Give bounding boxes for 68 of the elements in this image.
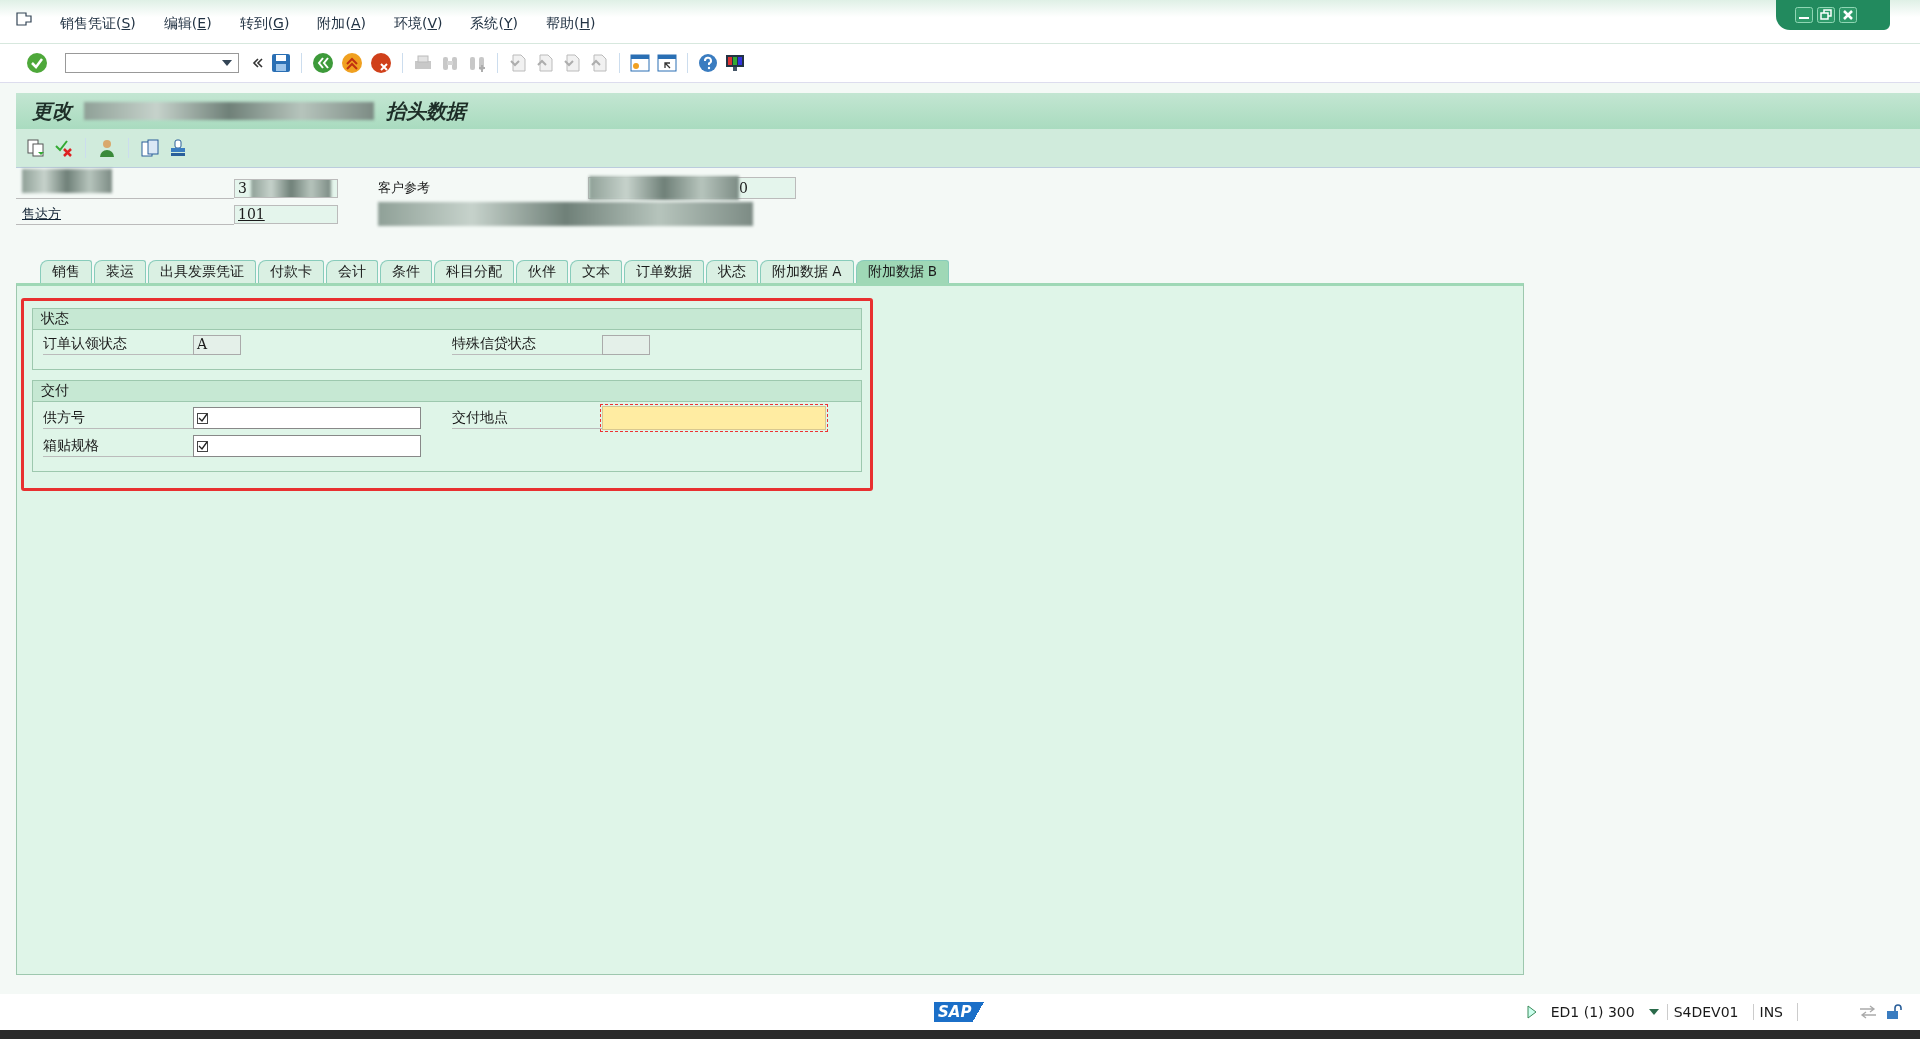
exit-icon[interactable] [341, 52, 363, 74]
menu-item[interactable]: 系统(Y) [470, 14, 518, 33]
save-icon[interactable] [271, 53, 291, 73]
copy-document-icon[interactable] [26, 138, 46, 158]
required-input-field[interactable] [602, 406, 826, 430]
close-icon[interactable] [1839, 7, 1857, 23]
menu-item[interactable]: 转到(G) [239, 14, 290, 33]
shortcut-icon[interactable] [657, 53, 677, 73]
tab[interactable]: 附加数据 B [855, 260, 950, 283]
tab[interactable]: 付款卡 [258, 260, 324, 283]
tab[interactable]: 出具发票凭证 [148, 260, 256, 283]
display-field: A [193, 334, 241, 355]
menu-item[interactable]: 帮助(H) [545, 14, 596, 33]
page-icon[interactable] [508, 53, 528, 73]
sap-logo: SAP [934, 1002, 986, 1022]
command-field[interactable] [65, 53, 239, 73]
tab[interactable]: 伙伴 [516, 260, 568, 283]
field-label: 客户参考 [378, 179, 431, 197]
play-icon[interactable] [1526, 1005, 1537, 1019]
field-label[interactable]: 售达方 [22, 204, 61, 223]
back-icon[interactable] [312, 52, 334, 74]
help-icon[interactable] [698, 53, 718, 73]
tab[interactable]: 状态 [706, 260, 758, 283]
dropdown-icon[interactable] [222, 60, 232, 66]
dropdown-icon[interactable] [1648, 1009, 1659, 1015]
tab[interactable]: 附加数据 A [760, 260, 854, 283]
monitor-icon[interactable] [725, 53, 745, 73]
minimize-icon[interactable] [1795, 7, 1813, 23]
checkbox[interactable] [197, 412, 208, 424]
input-field[interactable] [193, 435, 421, 457]
system-info: ED1 (1) 300 [1549, 1004, 1636, 1020]
page-icon[interactable] [562, 53, 582, 73]
menu-item[interactable]: 销售凭证(S) [60, 14, 136, 33]
enter-icon[interactable] [26, 52, 48, 74]
input-mode: INS [1752, 1004, 1789, 1020]
check-cross-icon[interactable] [54, 138, 74, 158]
menu-item[interactable]: 附加(A) [317, 14, 366, 33]
system-menu-icon[interactable] [16, 11, 32, 26]
menu-item[interactable]: 环境(V) [393, 14, 443, 33]
tab[interactable]: 装运 [94, 260, 146, 283]
tab[interactable]: 文本 [570, 260, 622, 283]
collapse-icon[interactable] [252, 57, 264, 69]
server-name: S4DEV01 [1666, 1004, 1745, 1020]
tab[interactable]: 科目分配 [434, 260, 514, 283]
documents-icon[interactable] [140, 138, 160, 158]
new-window-icon[interactable] [630, 53, 650, 73]
lock-icon[interactable] [1886, 1004, 1904, 1020]
tab[interactable]: 订单数据 [624, 260, 704, 283]
tab[interactable]: 销售 [40, 260, 92, 283]
tab[interactable]: 会计 [326, 260, 378, 283]
menu-item[interactable]: 编辑(E) [163, 14, 212, 33]
person-icon[interactable] [97, 138, 117, 158]
restore-icon[interactable] [1817, 7, 1835, 23]
field-value: 101 [234, 204, 338, 224]
transfer-icon[interactable] [1858, 1005, 1878, 1019]
field-value: 3 [234, 178, 338, 198]
cancel-icon[interactable] [370, 52, 392, 74]
input-field[interactable] [193, 407, 421, 429]
checkbox[interactable] [197, 440, 208, 452]
input-field[interactable]: 0 [588, 177, 796, 199]
stamp-icon[interactable] [168, 138, 188, 158]
group-title: 状态 [33, 309, 861, 330]
tab[interactable]: 条件 [380, 260, 432, 283]
page-icon[interactable] [589, 53, 609, 73]
display-field [602, 334, 650, 355]
page-icon[interactable] [535, 53, 555, 73]
screen-title: 更改 [32, 97, 72, 125]
group-title: 交付 [33, 381, 861, 402]
